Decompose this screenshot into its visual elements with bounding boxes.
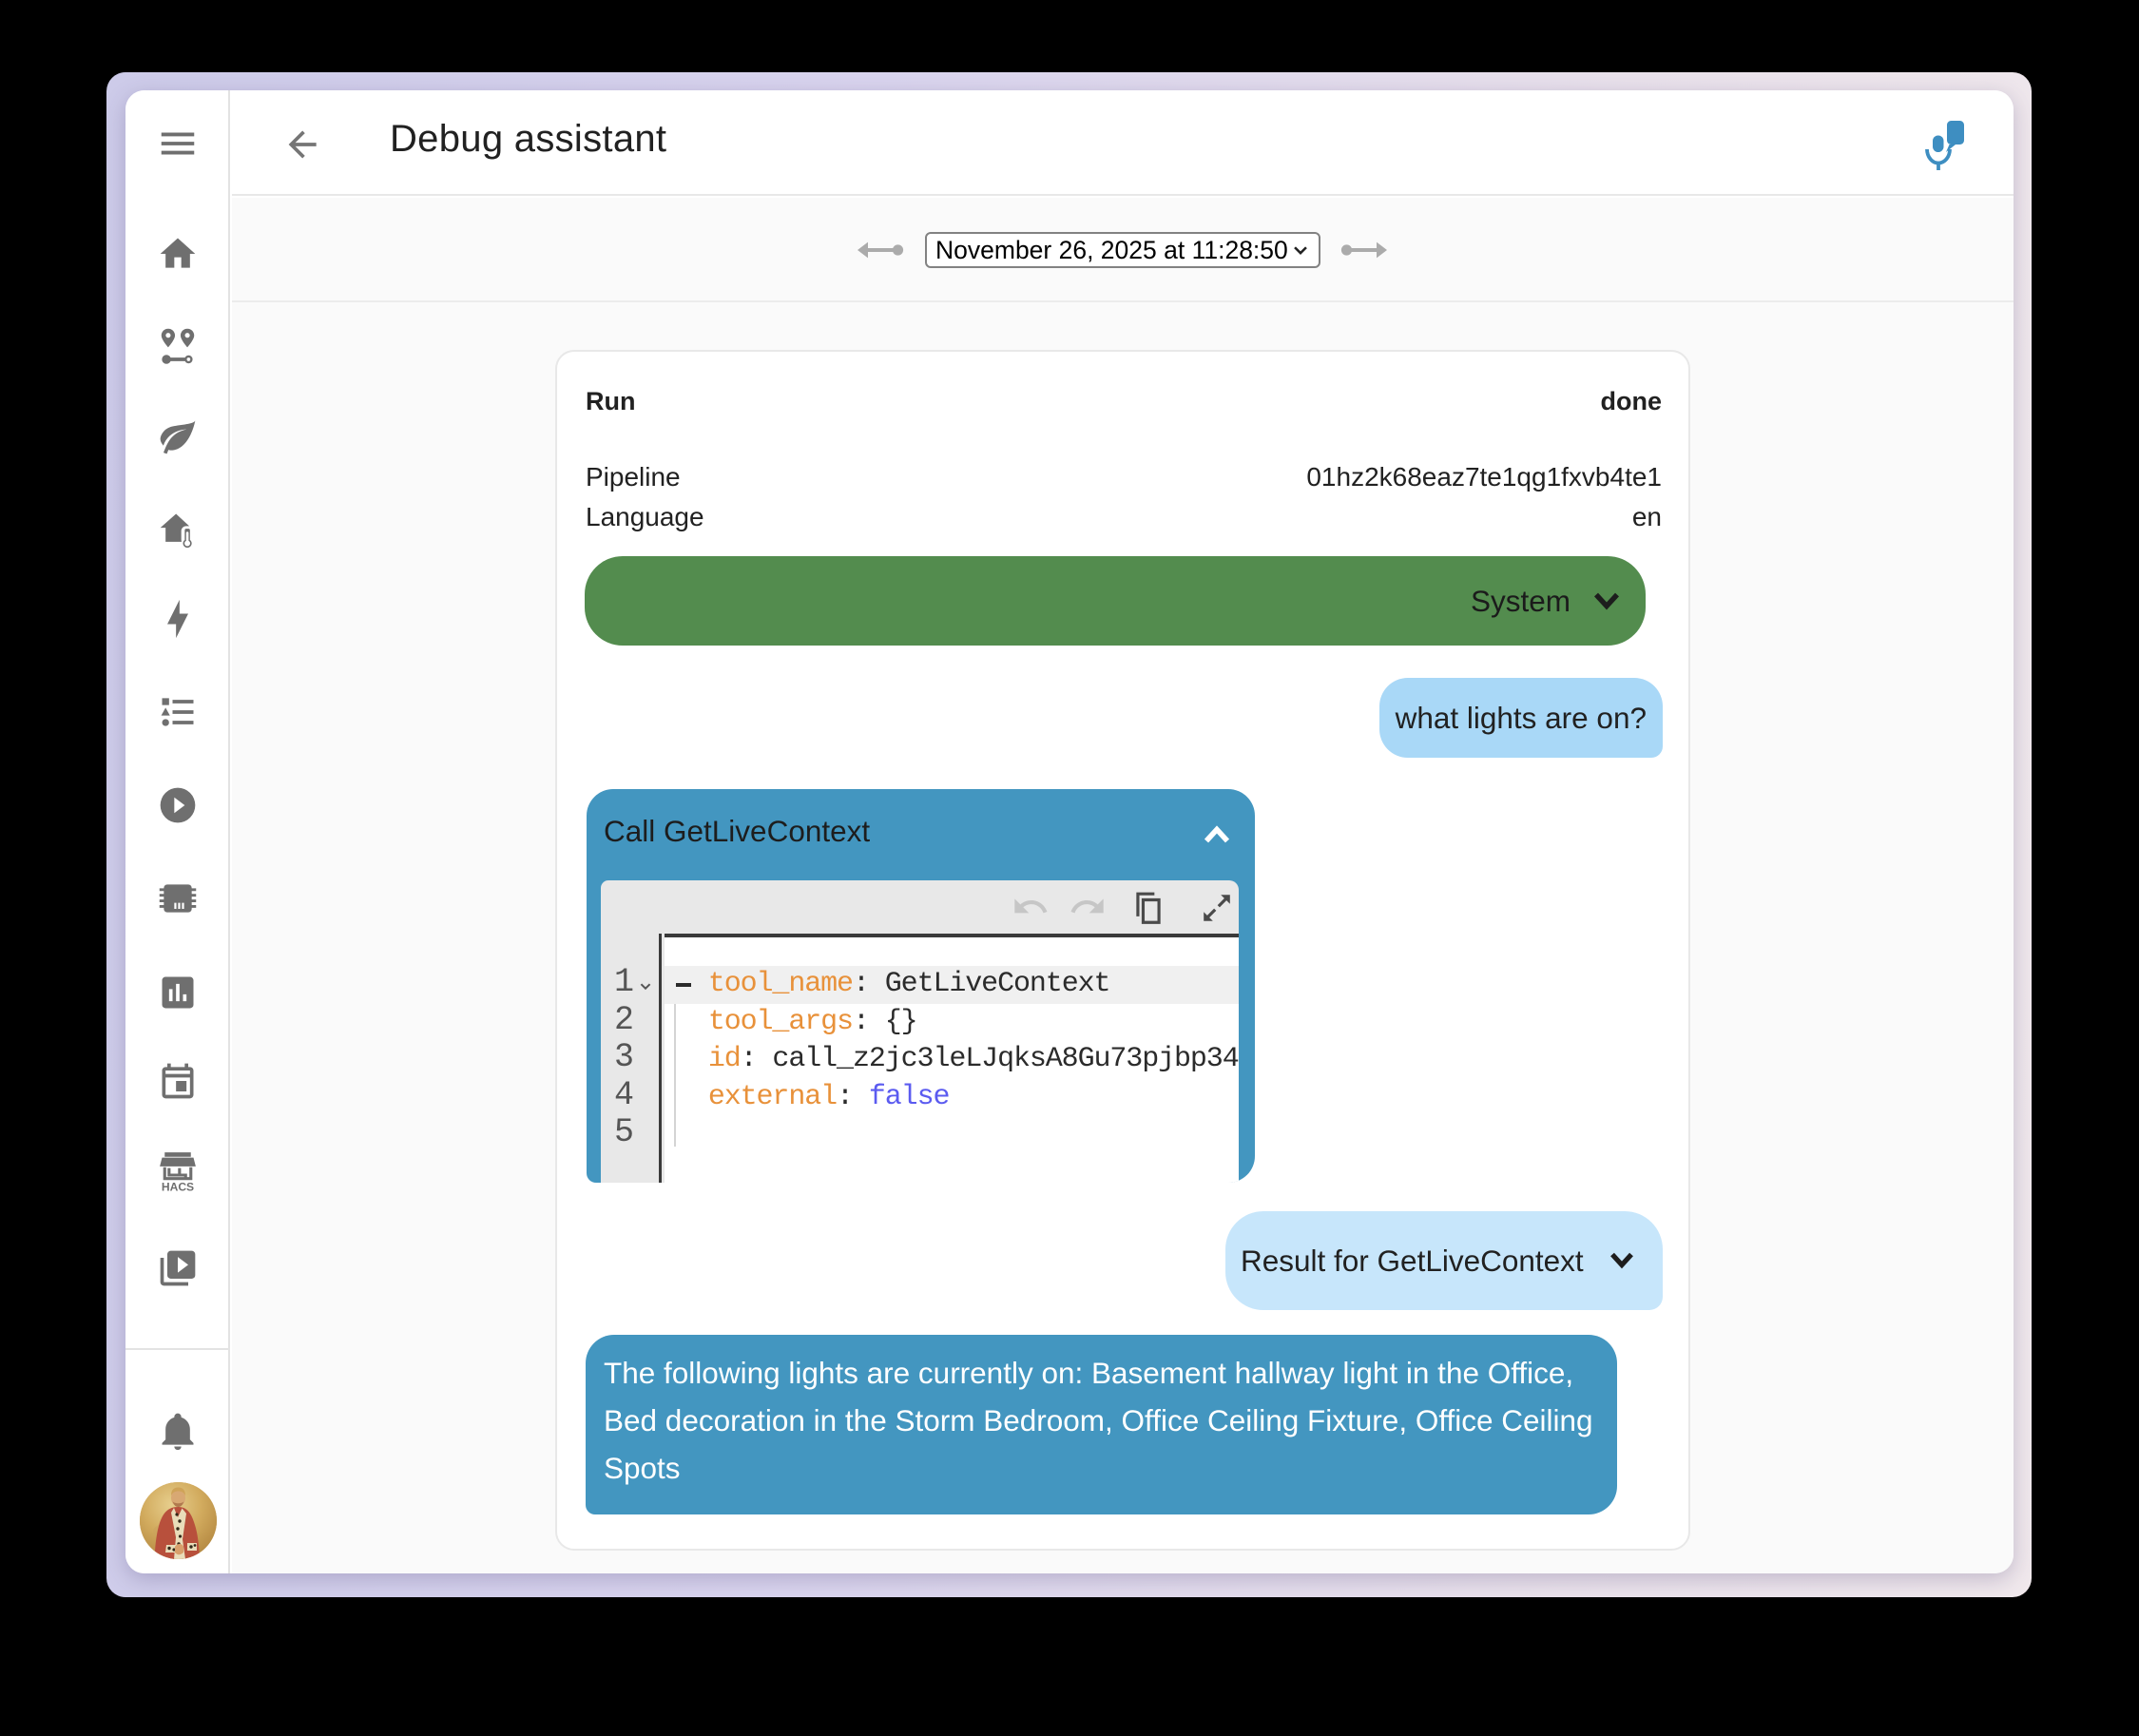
svg-text:HACS: HACS — [162, 1181, 194, 1194]
